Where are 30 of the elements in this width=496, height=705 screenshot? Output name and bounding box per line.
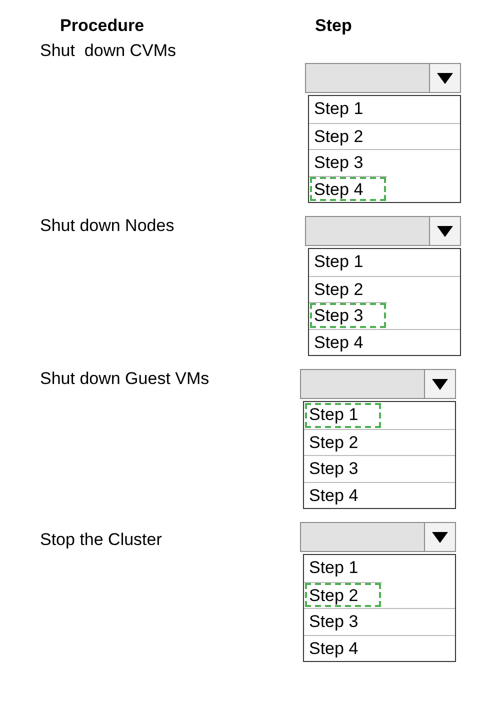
column-header: Procedure <box>60 16 146 37</box>
list-option[interactable]: Step 3 <box>304 608 455 634</box>
list-option[interactable]: Step 2 <box>304 428 455 455</box>
procedure-label: Shut down Guest VMs <box>40 369 210 389</box>
list-option[interactable]: Step 3 <box>304 455 455 482</box>
list-option[interactable]: Step 2 <box>304 582 382 608</box>
list-option[interactable]: Step 4 <box>309 176 387 202</box>
caret-icon <box>437 226 453 236</box>
list-option[interactable]: Step 1 <box>309 249 460 276</box>
list-option[interactable]: Step 2 <box>309 276 460 302</box>
column-header: Step <box>315 16 352 37</box>
list-option[interactable]: Step 3 <box>309 149 460 176</box>
list-option[interactable]: Step 1 <box>304 555 455 582</box>
caret-icon <box>432 378 448 390</box>
caret-icon <box>432 532 448 542</box>
list-option[interactable]: Step 4 <box>304 634 455 661</box>
dropdown-arrow-button[interactable] <box>429 64 460 92</box>
list-option[interactable]: Step 2 <box>309 122 460 149</box>
dropdown-arrow-button[interactable] <box>424 523 455 551</box>
list-option[interactable]: Step 1 <box>304 402 382 428</box>
procedure-label: Shut down CVMs <box>40 41 178 61</box>
caret-icon <box>437 72 453 84</box>
list-option[interactable]: Step 4 <box>309 328 460 355</box>
list-option[interactable]: Step 3 <box>309 302 387 328</box>
list-option[interactable]: Step 1 <box>309 96 460 122</box>
procedure-label: Stop the Cluster <box>40 530 163 550</box>
dropdown-arrow-button[interactable] <box>429 217 460 245</box>
dropdown-arrow-button[interactable] <box>424 370 455 398</box>
procedure-label: Shut down Nodes <box>40 216 176 236</box>
list-option[interactable]: Step 4 <box>304 482 455 508</box>
